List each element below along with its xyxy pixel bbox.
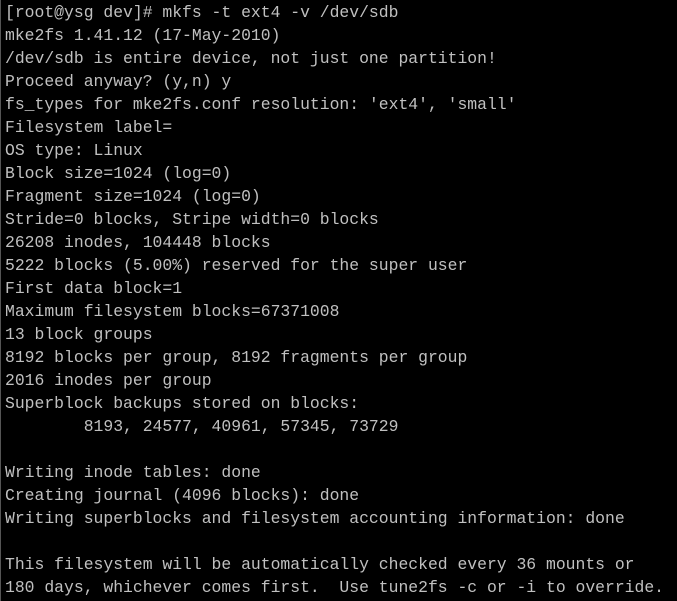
output-line: Stride=0 blocks, Stripe width=0 blocks — [5, 210, 379, 229]
output-line: 180 days, whichever comes first. Use tun… — [5, 578, 665, 597]
output-line: 26208 inodes, 104448 blocks — [5, 233, 271, 252]
output-line: Creating journal (4096 blocks): done — [5, 486, 360, 505]
output-line: Writing inode tables: done — [5, 463, 261, 482]
command-line: [root@ysg dev]# mkfs -t ext4 -v /dev/sdb — [5, 3, 399, 22]
output-line: This filesystem will be automatically ch… — [5, 555, 635, 574]
output-line: Proceed anyway? (y,n) y — [5, 72, 232, 91]
output-line: Block size=1024 (log=0) — [5, 164, 232, 183]
output-line: Maximum filesystem blocks=67371008 — [5, 302, 340, 321]
output-line: 2016 inodes per group — [5, 371, 212, 390]
terminal-window[interactable]: [root@ysg dev]# mkfs -t ext4 -v /dev/sdb… — [0, 0, 677, 601]
output-line: 13 block groups — [5, 325, 153, 344]
terminal-output: [root@ysg dev]# mkfs -t ext4 -v /dev/sdb… — [5, 1, 664, 599]
output-line: 5222 blocks (5.00%) reserved for the sup… — [5, 256, 468, 275]
output-line: Writing superblocks and filesystem accou… — [5, 509, 625, 528]
output-line: fs_types for mke2fs.conf resolution: 'ex… — [5, 95, 517, 114]
output-line: OS type: Linux — [5, 141, 143, 160]
output-line: 8192 blocks per group, 8192 fragments pe… — [5, 348, 468, 367]
output-line: /dev/sdb is entire device, not just one … — [5, 49, 497, 68]
output-line: Filesystem label= — [5, 118, 173, 137]
output-line: mke2fs 1.41.12 (17-May-2010) — [5, 26, 281, 45]
output-line: Superblock backups stored on blocks: — [5, 394, 360, 413]
output-line: 8193, 24577, 40961, 57345, 73729 — [5, 417, 399, 436]
output-line: First data block=1 — [5, 279, 183, 298]
output-line: Fragment size=1024 (log=0) — [5, 187, 261, 206]
